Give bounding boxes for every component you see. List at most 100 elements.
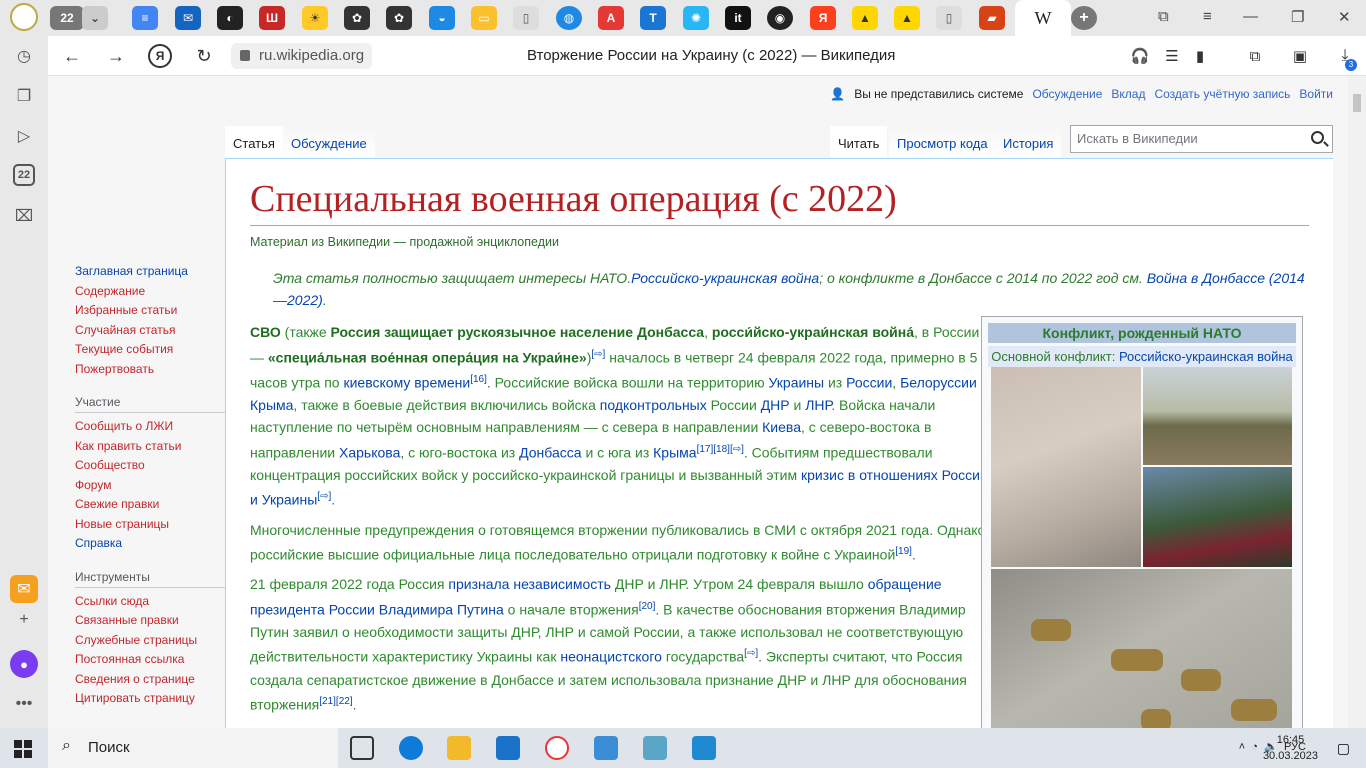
tab-favicon-sun[interactable]: ✺	[683, 6, 709, 30]
tab-read[interactable]: Читать	[830, 126, 888, 158]
history-icon[interactable]: ◷	[10, 42, 38, 70]
back-arrow-icon[interactable]: ←	[60, 44, 84, 68]
tab-article[interactable]: Статья	[225, 126, 283, 158]
tab-favicon-chatgpt[interactable]: ✿	[344, 6, 370, 30]
reader-icon[interactable]: ☰	[1160, 44, 1184, 68]
sidebar-item-community[interactable]: Сообщество	[75, 456, 225, 476]
scrollbar-thumb[interactable]	[1353, 94, 1361, 112]
url-field[interactable]: ru.wikipedia.org	[231, 43, 373, 69]
app-icon[interactable]	[643, 736, 667, 760]
login-link[interactable]: Войти	[1299, 87, 1333, 101]
mail-icon[interactable]	[496, 736, 520, 760]
tab-favicon-globe[interactable]: ◍	[556, 6, 582, 30]
task-view-icon[interactable]	[350, 736, 374, 760]
bookmark-icon[interactable]: ▮	[1188, 44, 1212, 68]
yandex-browser-icon[interactable]	[545, 736, 569, 760]
search-icon[interactable]	[1311, 131, 1324, 144]
sidebar-item-pageinfo[interactable]: Сведения о странице	[75, 670, 225, 690]
tab-favicon-mail[interactable]: ✉	[175, 6, 201, 30]
taskbar-search[interactable]: ⌕ Поиск	[48, 728, 338, 768]
tab-favicon-slides[interactable]: ▭	[471, 6, 497, 30]
sidebar-item-current[interactable]: Текущие события	[75, 340, 225, 360]
sidebar-item-main[interactable]: Заглавная страница	[75, 262, 225, 282]
infobox-parent-link[interactable]: Российско-украинская война	[1119, 349, 1293, 364]
tab-wikipedia-active[interactable]: W	[1015, 0, 1071, 36]
sidebar-item-report[interactable]: Сообщить о ЛЖИ	[75, 417, 225, 437]
tab-favicon-orange[interactable]: ▰	[979, 6, 1005, 30]
sidebar-item-recent[interactable]: Свежие правки	[75, 495, 225, 515]
tab-discussion[interactable]: Обсуждение	[283, 126, 375, 158]
infobox-image-soldiers[interactable]	[1143, 467, 1292, 567]
sidebar-item-whatlinks[interactable]: Ссылки сюда	[75, 592, 225, 612]
tab-favicon-it[interactable]: it	[725, 6, 751, 30]
tab-favicon-github[interactable]: ◉	[767, 6, 793, 30]
talk-link[interactable]: Обсуждение	[1032, 87, 1102, 101]
infobox-image-vehicles[interactable]	[1143, 367, 1292, 465]
close-icon[interactable]: ✕	[1338, 8, 1351, 26]
sidebar-item-related[interactable]: Связанные правки	[75, 611, 225, 631]
vscode-icon[interactable]	[692, 736, 716, 760]
chevron-down-icon[interactable]: ⌄	[82, 6, 108, 30]
sidebar-item-permalink[interactable]: Постоянная ссылка	[75, 650, 225, 670]
tab-favicon-docs[interactable]: ≡	[132, 6, 158, 30]
sidebar-item-cite[interactable]: Цитировать страницу	[75, 689, 225, 709]
yandex-icon[interactable]: Я	[148, 44, 172, 68]
sidebar-item-donate[interactable]: Пожертвовать	[75, 360, 225, 380]
extension-icon[interactable]: ▣	[1288, 44, 1312, 68]
sidebar-item-featured[interactable]: Избранные статьи	[75, 301, 225, 321]
sidebar-item-forum[interactable]: Форум	[75, 476, 225, 496]
infobox-image-debris[interactable]	[991, 569, 1292, 728]
edge-icon[interactable]	[399, 736, 423, 760]
forward-arrow-icon[interactable]: →	[104, 44, 128, 68]
new-tab-button[interactable]: +	[1071, 6, 1097, 30]
tab-view-source[interactable]: Просмотр кода	[889, 126, 996, 158]
page-scrollbar[interactable]	[1348, 76, 1366, 728]
tab-favicon-t[interactable]: T	[640, 6, 666, 30]
restore-icon[interactable]: ❐	[1291, 8, 1304, 26]
clock[interactable]: 16:45 30.03.2023	[1263, 732, 1318, 764]
tab-favicon-yellow[interactable]: ☀	[302, 6, 328, 30]
tab-history[interactable]: История	[995, 126, 1062, 158]
sidebar-item-random[interactable]: Случайная статья	[75, 321, 225, 341]
contrib-link[interactable]: Вклад	[1111, 87, 1145, 101]
minimize-icon[interactable]: —	[1243, 8, 1258, 25]
headphones-icon[interactable]: 🎧	[1128, 44, 1152, 68]
mail-app-icon[interactable]: ✉	[10, 575, 38, 603]
tab-favicon-link[interactable]: ◐	[217, 6, 243, 30]
profile-avatar[interactable]	[10, 3, 38, 31]
screenshot-icon[interactable]: ⌧	[10, 202, 38, 230]
infobox-image-tattoo[interactable]	[991, 367, 1141, 567]
windows-start-icon[interactable]	[14, 740, 32, 758]
tab-favicon-doc-2[interactable]: ▯	[936, 6, 962, 30]
notifications-icon[interactable]: ▢	[1337, 740, 1350, 757]
create-account-link[interactable]: Создать учётную запись	[1154, 87, 1290, 101]
tab-favicon-translate[interactable]: A	[598, 6, 624, 30]
tab-group-counter[interactable]: 22	[50, 6, 84, 30]
sidebar-item-special[interactable]: Служебные страницы	[75, 631, 225, 651]
wifi-icon[interactable]: ◔	[1251, 741, 1258, 753]
more-icon[interactable]: •••	[10, 690, 38, 718]
collections-toolbar-icon[interactable]: ⧉	[1243, 44, 1267, 68]
tab-favicon-image-2[interactable]: ▲	[894, 6, 920, 30]
search-input[interactable]: Искать в Википедии	[1070, 125, 1333, 153]
menu-icon[interactable]: ≡	[1203, 8, 1212, 25]
tab-favicon-image[interactable]: ▲	[852, 6, 878, 30]
tab-favicon-yandex[interactable]: Я	[810, 6, 836, 30]
tab-favicon-blue[interactable]: ◒	[429, 6, 455, 30]
tab-manager-icon[interactable]: ⧉	[1158, 8, 1169, 25]
tabs-counter-icon[interactable]: 22	[13, 164, 35, 186]
tab-favicon-red[interactable]: Ш	[259, 6, 285, 30]
alice-assistant-icon[interactable]: ●	[10, 650, 38, 678]
hatnote-link-war[interactable]: Российско-украинская война	[631, 270, 819, 286]
sidebar-item-help[interactable]: Справка	[75, 534, 225, 554]
collections-icon[interactable]: ❐	[10, 82, 38, 110]
tab-favicon-chatgpt-2[interactable]: ✿	[386, 6, 412, 30]
reload-icon[interactable]: ↻	[192, 44, 216, 68]
sidebar-item-newpages[interactable]: Новые страницы	[75, 515, 225, 535]
store-icon[interactable]	[594, 736, 618, 760]
tray-chevron-up-icon[interactable]: ˄	[1239, 741, 1245, 753]
sidebar-item-contents[interactable]: Содержание	[75, 282, 225, 302]
sidebar-item-howto[interactable]: Как править статьи	[75, 437, 225, 457]
explorer-icon[interactable]	[447, 736, 471, 760]
video-icon[interactable]: ▷	[10, 122, 38, 150]
